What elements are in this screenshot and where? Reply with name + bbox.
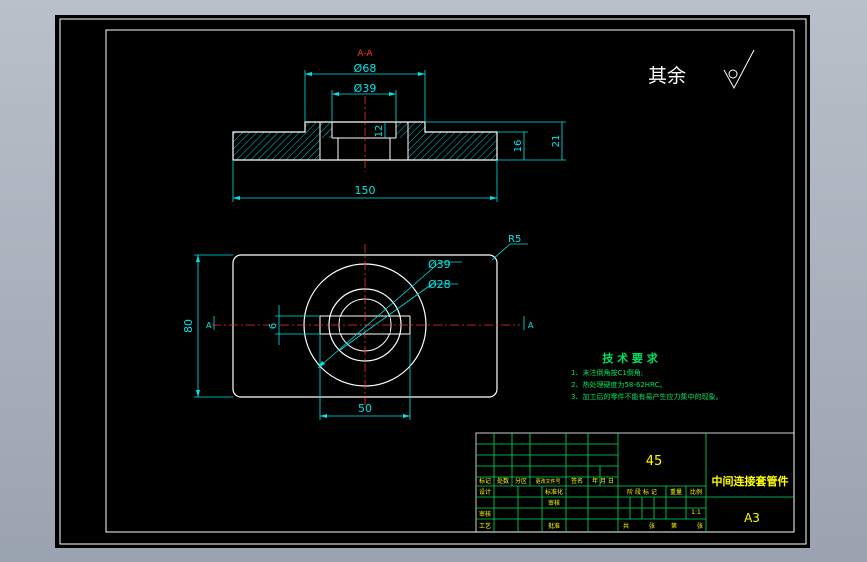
scale-label: 比例 xyxy=(690,488,702,496)
dim-slot-length: 50 xyxy=(358,402,372,415)
section-hatch-collar-left xyxy=(320,122,332,138)
roughness-note: 其余 xyxy=(648,65,686,87)
row-process: 工艺 xyxy=(479,522,491,530)
sheet-num-suffix: 张 xyxy=(697,522,703,530)
row-check-a: 审核 xyxy=(548,499,560,507)
header-date: 年 月 日 xyxy=(592,477,614,485)
dim-radius: R5 xyxy=(508,234,521,245)
sheet-total-prefix: 共 xyxy=(623,522,629,530)
header-mark: 标记 xyxy=(479,477,491,485)
application-frame: A-A Ø68 Ø39 150 12 16 21 其余 80 6 50 Ø39 … xyxy=(0,0,867,562)
tech-item-2: 2、热处理硬度为58-62HRC。 xyxy=(571,380,666,389)
header-count: 处数 xyxy=(497,477,509,485)
tech-item-1: 1、未注倒角按C1倒角; xyxy=(571,368,643,377)
tech-item-3: 3、加工后的零件不能有易产生应力集中的现象。 xyxy=(571,392,722,401)
section-label: A-A xyxy=(357,49,373,59)
sheet-num-prefix: 第 xyxy=(671,522,677,530)
dim-total-height: 21 xyxy=(551,135,562,148)
dim-width: 80 xyxy=(182,319,195,333)
part-name: 中间连接套管件 xyxy=(712,474,789,488)
row-standard: 标准化 xyxy=(545,488,563,496)
dim-thickness: 16 xyxy=(513,140,524,153)
dim-dia-28: Ø28 xyxy=(428,278,451,291)
dim-length: 150 xyxy=(355,184,376,197)
cut-mark-right: A xyxy=(528,321,534,330)
header-change-doc: 更改文件号 xyxy=(535,478,560,485)
header-sign: 签名 xyxy=(571,477,583,485)
tech-title: 技 术 要 求 xyxy=(602,351,658,365)
dim-outer-diameter: Ø68 xyxy=(354,62,377,75)
section-hatch-collar-right xyxy=(396,122,408,138)
row-design: 设计 xyxy=(479,488,491,496)
dim-depth: 12 xyxy=(374,125,385,138)
row-review: 审核 xyxy=(479,510,491,518)
row-approve: 批准 xyxy=(548,522,560,530)
drawing-sheet: A-A Ø68 Ø39 150 12 16 21 其余 80 6 50 Ø39 … xyxy=(55,15,810,548)
sheet-total-suffix: 张 xyxy=(649,522,655,530)
dim-dia-39: Ø39 xyxy=(428,258,451,271)
cut-mark-left: A xyxy=(206,321,212,330)
sheet-size: A3 xyxy=(744,511,760,525)
header-zone: 分区 xyxy=(515,477,527,485)
weight-label: 重量 xyxy=(670,488,682,496)
dim-inner-diameter: Ø39 xyxy=(354,82,377,95)
stage-label: 阶 段 标 记 xyxy=(627,488,657,496)
scale: 1:1 xyxy=(691,509,701,516)
dim-slot: 6 xyxy=(268,323,279,329)
material: 45 xyxy=(646,454,663,469)
